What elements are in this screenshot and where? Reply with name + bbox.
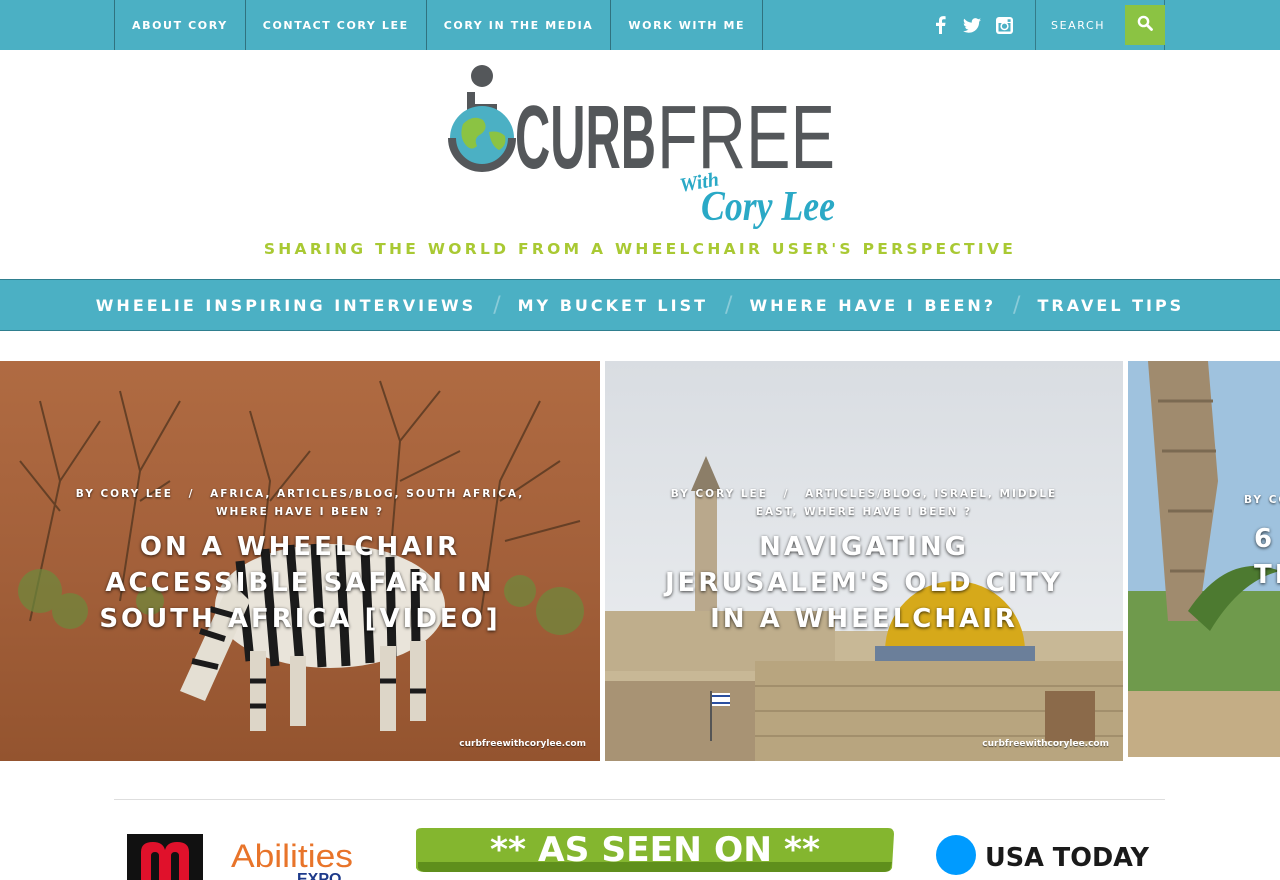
abilities-expo-logo[interactable]: Abilities EXPO [127,834,357,880]
slide-categories[interactable]: ARTICLES/BLOG, ISRAEL, MIDDLE EAST, WHER… [756,488,1057,518]
featured-slide-partial[interactable]: BY CO 6 TI [1128,361,1280,757]
slide-meta: BY CORY LEE / AFRICA, ARTICLES/BLOG, SOU… [60,485,540,521]
photo-watermark: curbfreewithcorylee.com [459,739,586,749]
twitter-icon[interactable] [962,15,982,35]
logo-curb-text: CURB [515,88,656,188]
featured-slide-safari[interactable]: BY CORY LEE / AFRICA, ARTICLES/BLOG, SOU… [0,361,600,761]
photo-watermark: curbfreewithcorylee.com [982,739,1109,749]
as-seen-on-banner: ** AS SEEN ON ** [412,828,897,880]
site-logo[interactable]: CURB FREE With Cory Lee [445,62,837,234]
expo-text: EXPO [297,871,341,880]
slide-title-line: 6 [1254,524,1276,554]
slide-author-link[interactable]: BY CORY LEE [76,488,173,500]
nav-travel-tips[interactable]: TRAVEL TIPS [1037,296,1184,315]
logo-free-text: FREE [657,88,835,188]
site-tagline: SHARING THE WORLD FROM A WHEELCHAIR USER… [263,240,1017,258]
top-nav: ABOUT CORY CONTACT CORY LEE CORY IN THE … [114,0,764,50]
instagram-icon[interactable] [994,15,1014,35]
as-seen-on-text: ** AS SEEN ON ** [490,830,820,870]
nav-separator: / [725,292,733,318]
abilities-text: Abilities [231,838,353,874]
slide-title[interactable]: ON A WHEELCHAIR ACCESSIBLE SAFARI IN SOU… [60,529,540,637]
nav-separator: / [1013,292,1021,318]
nav-where-have-i-been[interactable]: WHERE HAVE I BEEN? [749,296,996,315]
featured-slide-jerusalem[interactable]: BY CORY LEE / ARTICLES/BLOG, ISRAEL, MID… [605,361,1123,761]
search-box [1035,0,1165,50]
slide-title[interactable]: NAVIGATING JERUSALEM'S OLD CITY IN A WHE… [665,529,1063,637]
top-nav-contact-cory-lee[interactable]: CONTACT CORY LEE [244,0,426,50]
slide-title-line: TI [1254,560,1280,590]
meta-separator: / [188,488,195,500]
slide-categories[interactable]: AFRICA, ARTICLES/BLOG, SOUTH AFRICA, WHE… [210,488,524,518]
slide-author-link[interactable]: BY CORY LEE [671,488,768,500]
top-nav-about-cory[interactable]: ABOUT CORY [114,0,245,50]
meta-separator: / [783,488,790,500]
search-button[interactable] [1125,5,1165,45]
search-icon [1137,15,1153,35]
usa-today-logo[interactable]: USA TODAY [935,834,1155,876]
section-divider [114,799,1165,800]
search-input[interactable] [1036,5,1126,45]
usa-today-text: USA TODAY [985,843,1150,873]
social-links [930,0,1014,50]
top-nav-cory-in-the-media[interactable]: CORY IN THE MEDIA [425,0,611,50]
facebook-icon[interactable] [930,15,950,35]
top-bar: ABOUT CORY CONTACT CORY LEE CORY IN THE … [0,0,1280,50]
logo-head [471,65,493,87]
nav-my-bucket-list[interactable]: MY BUCKET LIST [518,296,708,315]
nav-separator: / [493,292,501,318]
slide-title[interactable]: 6 TI [1254,521,1280,593]
slide-meta: BY CORY LEE / ARTICLES/BLOG, ISRAEL, MID… [665,485,1063,521]
slide-author-link[interactable]: BY CO [1244,494,1280,506]
main-nav: WHEELIE INSPIRING INTERVIEWS / MY BUCKET… [0,279,1280,331]
logo-name-text: Cory Lee [701,184,835,230]
nav-wheelie-inspiring-interviews[interactable]: WHEELIE INSPIRING INTERVIEWS [96,296,476,315]
top-nav-work-with-me[interactable]: WORK WITH ME [610,0,764,50]
